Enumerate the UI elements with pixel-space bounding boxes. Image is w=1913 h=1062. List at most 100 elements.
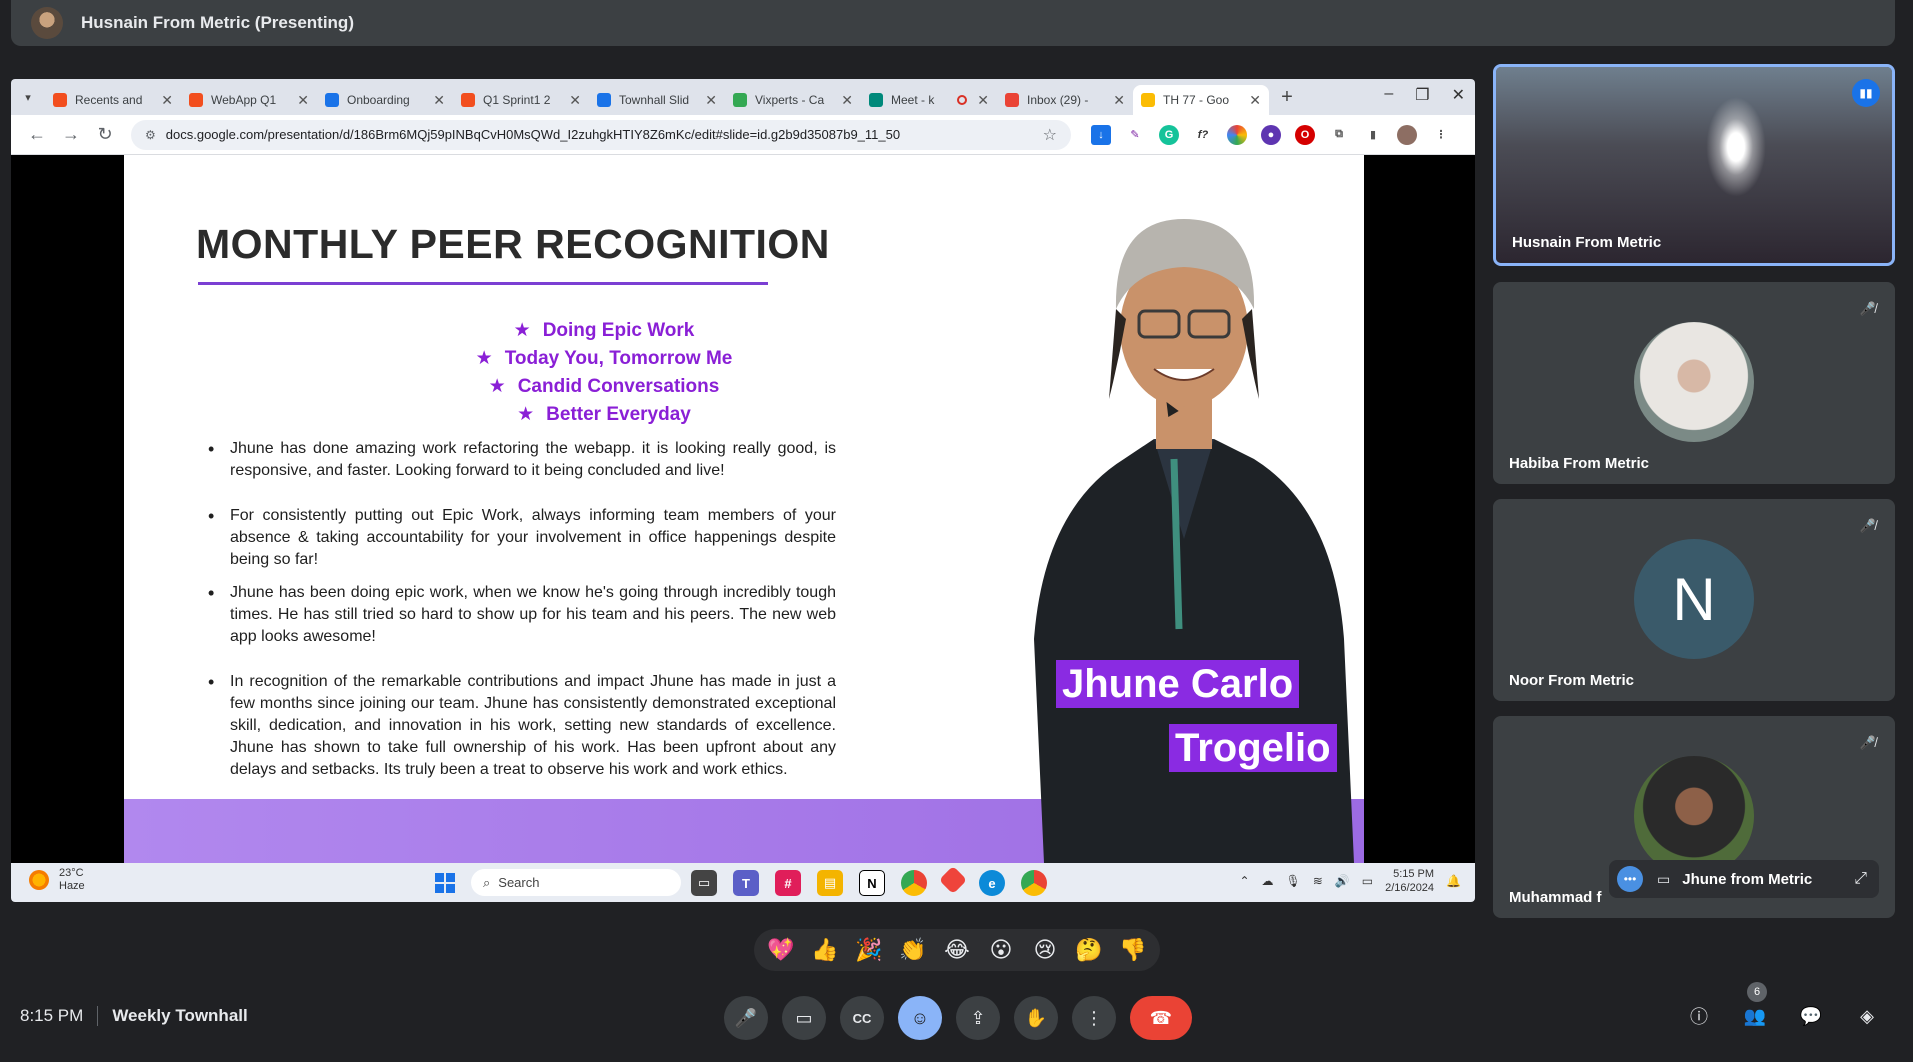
participant-tile[interactable]: 🎤̸ N Noor From Metric <box>1493 499 1895 701</box>
taskbar-search[interactable]: ⌕ Search <box>471 869 681 896</box>
taskbar-clock[interactable]: 5:15 PM 2/16/2024 <box>1385 867 1434 895</box>
task-view-icon[interactable]: ▭ <box>691 870 717 896</box>
slack-icon[interactable]: # <box>775 870 801 896</box>
close-icon[interactable]: ✕ <box>297 92 309 109</box>
volume-icon[interactable]: 🔊 <box>1335 874 1350 888</box>
present-button[interactable]: ⇪ <box>956 996 1000 1040</box>
reactions-bar: 💖 👍 🎉 👏 😂 😮 😢 🤔 👎 <box>754 929 1160 971</box>
new-tab-button[interactable]: + <box>1273 83 1301 111</box>
more-options-button[interactable]: ⋮ <box>1072 996 1116 1040</box>
browser-tab[interactable]: Inbox (29) - ✕ <box>997 85 1133 115</box>
reaction-surprised[interactable]: 😮 <box>984 933 1018 967</box>
opera-icon[interactable]: O <box>1295 124 1315 145</box>
minimize-icon[interactable]: – <box>1384 85 1393 105</box>
tray-overflow-icon[interactable]: ⌃ <box>1239 874 1249 888</box>
chrome-profile-icon[interactable] <box>1021 870 1047 896</box>
reaction-sad[interactable]: 😢 <box>1028 933 1062 967</box>
presentation-slide: MONTHLY PEER RECOGNITION ★ Doing Epic Wor… <box>124 155 1364 863</box>
profile-avatar[interactable] <box>1397 124 1417 145</box>
browser-tab[interactable]: Q1 Sprint1 2 ✕ <box>453 85 589 115</box>
raise-hand-button[interactable]: ✋ <box>1014 996 1058 1040</box>
wifi-icon[interactable]: ≋ <box>1313 874 1323 888</box>
star-icon: ★ <box>517 404 535 425</box>
microphone-button[interactable]: 🎤 <box>724 996 768 1040</box>
expand-icon[interactable]: ⤢ <box>1854 870 1867 888</box>
reaction-thumbs-up[interactable]: 👍 <box>808 933 842 967</box>
anydesk-icon[interactable] <box>938 865 968 895</box>
close-icon[interactable]: ✕ <box>1113 92 1125 109</box>
notion-icon[interactable]: N <box>859 870 885 896</box>
camera-icon[interactable]: ▭ <box>1657 871 1670 888</box>
leave-call-button[interactable]: ☎ <box>1130 996 1192 1040</box>
pen-icon[interactable]: ✎ <box>1125 124 1145 145</box>
forward-icon[interactable]: → <box>57 124 85 145</box>
slide-viewport: MONTHLY PEER RECOGNITION ★ Doing Epic Wor… <box>11 155 1475 863</box>
close-icon[interactable]: ✕ <box>569 92 581 109</box>
values-list: ★ Doing Epic Work ★ Today You, Tomorrow Me… <box>414 317 794 429</box>
chat-button[interactable]: 💬 <box>1797 1002 1825 1030</box>
battery-icon[interactable]: ▭ <box>1362 874 1373 888</box>
meeting-details-button[interactable]: ⓘ <box>1685 1002 1713 1030</box>
browser-tab[interactable]: Townhall Slid ✕ <box>589 85 725 115</box>
browser-toolbar: ← → ↻ ⚙ docs.google.com/presentation/d/1… <box>11 115 1475 155</box>
more-options-icon[interactable]: ••• <box>1617 866 1643 892</box>
restore-icon[interactable]: ❐ <box>1415 85 1429 105</box>
browser-tab-active[interactable]: TH 77 - Goo ✕ <box>1133 85 1269 115</box>
info-icon: ⓘ <box>1690 1007 1708 1027</box>
browser-tab[interactable]: Recents and ✕ <box>45 85 181 115</box>
extension-purple-icon[interactable]: ● <box>1261 124 1281 145</box>
menu-kebab-icon[interactable]: ⋮ <box>1431 124 1451 145</box>
color-picker-icon[interactable] <box>1227 124 1247 145</box>
weather-widget[interactable]: 23°C Haze <box>29 867 85 893</box>
microphone-icon[interactable]: 🎙 <box>1286 874 1301 888</box>
puzzle-icon[interactable]: ⧉ <box>1329 124 1349 145</box>
browser-tab[interactable]: Vixperts - Ca ✕ <box>725 85 861 115</box>
browser-tab[interactable]: Onboarding ✕ <box>317 85 453 115</box>
address-bar[interactable]: ⚙ docs.google.com/presentation/d/186Brm6… <box>131 119 1071 150</box>
back-icon[interactable]: ← <box>23 124 51 145</box>
captions-button[interactable]: CC <box>840 996 884 1040</box>
close-icon[interactable]: ✕ <box>977 92 989 109</box>
close-window-icon[interactable]: ✕ <box>1452 85 1465 105</box>
notification-bell-icon[interactable]: 🔔 <box>1446 874 1461 888</box>
value-item: ★ Doing Epic Work <box>414 317 794 345</box>
reaction-sparkling-heart[interactable]: 💖 <box>764 933 798 967</box>
onedrive-icon[interactable]: ☁ <box>1262 874 1274 888</box>
participant-tile-speaker[interactable]: ▮▮ Husnain From Metric <box>1493 64 1895 266</box>
reaction-thinking[interactable]: 🤔 <box>1072 933 1106 967</box>
close-icon[interactable]: ✕ <box>433 92 445 109</box>
close-icon[interactable]: ✕ <box>705 92 717 109</box>
people-button[interactable]: 6 👥 <box>1741 982 1769 1030</box>
teams-icon[interactable]: T <box>733 870 759 896</box>
grammarly-icon[interactable]: G <box>1159 124 1179 145</box>
side-panel-icon[interactable]: ▮ <box>1363 124 1383 145</box>
reaction-joy[interactable]: 😂 <box>940 933 974 967</box>
reaction-clapping[interactable]: 👏 <box>896 933 930 967</box>
close-icon[interactable]: ✕ <box>841 92 853 109</box>
close-icon[interactable]: ✕ <box>1249 92 1261 109</box>
bullet-item: In recognition of the remarkable contrib… <box>206 671 836 781</box>
browser-tab[interactable]: Meet - k ✕ <box>861 85 997 115</box>
chrome-icon[interactable] <box>901 870 927 896</box>
formula-icon[interactable]: f? <box>1193 124 1213 145</box>
participant-tile[interactable]: 🎤̸ Habiba From Metric <box>1493 282 1895 484</box>
windows-start-icon[interactable] <box>435 873 455 893</box>
activities-button[interactable]: ◈ <box>1853 1002 1881 1030</box>
close-icon[interactable]: ✕ <box>161 92 173 109</box>
reaction-party-popper[interactable]: 🎉 <box>852 933 886 967</box>
self-view-pip[interactable]: ••• ▭ Jhune from Metric ⤢ <box>1609 860 1879 898</box>
bookmark-star-icon[interactable]: ☆ <box>1043 125 1057 145</box>
edge-icon[interactable]: e <box>979 870 1005 896</box>
tab-search-chevron-icon[interactable]: ▾ <box>17 86 39 108</box>
reactions-button[interactable]: ☺ <box>898 996 942 1040</box>
value-item: ★ Today You, Tomorrow Me <box>414 345 794 373</box>
camera-button[interactable]: ▭ <box>782 996 826 1040</box>
presenter-name: Husnain From Metric (Presenting) <box>81 13 354 32</box>
mic-off-icon: 🎤̸ <box>1859 301 1877 316</box>
file-explorer-icon[interactable]: ▤ <box>817 870 843 896</box>
site-info-icon[interactable]: ⚙ <box>145 128 156 142</box>
reload-icon[interactable]: ↻ <box>91 124 119 145</box>
download-icon[interactable]: ↓ <box>1091 124 1111 145</box>
browser-tab[interactable]: WebApp Q1 ✕ <box>181 85 317 115</box>
reaction-thumbs-down[interactable]: 👎 <box>1116 933 1150 967</box>
